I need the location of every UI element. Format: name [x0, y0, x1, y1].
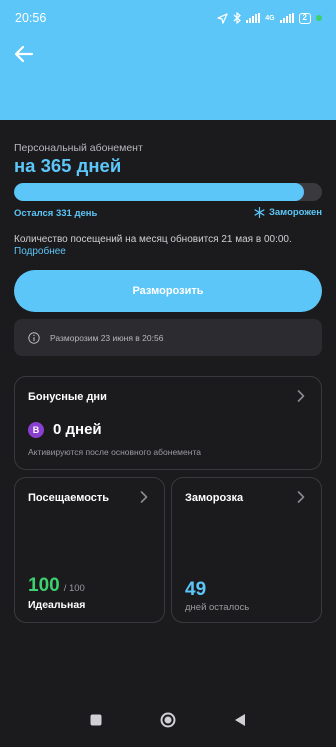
attendance-card[interactable]: Посещаемость 100 / 100 Идеальная — [14, 477, 165, 623]
unfreeze-button[interactable]: Разморозить — [14, 270, 322, 312]
notification-dot-icon — [316, 15, 322, 21]
visits-info-text: Количество посещений на месяц обновится … — [14, 234, 292, 245]
main-content: Персональный абонемент на 365 дней Остал… — [0, 120, 336, 693]
bonus-days-value: 0 дней — [53, 421, 102, 438]
battery-level: 2 — [302, 13, 307, 22]
chevron-right-icon[interactable] — [140, 491, 148, 503]
plan-title: на 365 дней — [14, 155, 122, 176]
bonus-badge-icon: B — [28, 421, 44, 438]
square-icon — [90, 714, 102, 726]
bonus-row: B 0 дней — [28, 421, 102, 438]
circle-icon — [160, 712, 176, 728]
chevron-right-icon[interactable] — [297, 390, 305, 402]
signal-icon — [246, 13, 261, 23]
more-link[interactable]: Подробнее — [14, 246, 324, 258]
frozen-status: Заморожен — [254, 207, 322, 218]
attendance-title: Посещаемость — [28, 492, 110, 504]
freeze-value: 49 — [185, 579, 207, 600]
attendance-label: Идеальная — [28, 599, 86, 611]
location-icon — [217, 12, 228, 24]
bonus-note: Активируются после основного абонемента — [28, 447, 201, 457]
visits-info: Количество посещений на месяц обновится … — [14, 234, 324, 258]
freeze-label: дней осталось — [185, 602, 250, 613]
network-label: 4G — [265, 14, 275, 22]
attendance-total: / 100 — [63, 583, 85, 594]
snowflake-icon — [254, 207, 265, 218]
bonus-title: Бонусные дни — [28, 391, 107, 403]
back-button[interactable] — [12, 42, 36, 66]
progress-fill — [14, 183, 304, 201]
signal-icon-2 — [279, 13, 294, 23]
battery-icon: 2 — [298, 12, 311, 24]
attendance-value-row: 100 / 100 — [28, 575, 85, 597]
info-icon — [28, 331, 40, 344]
freeze-title: Заморозка — [185, 492, 244, 504]
recents-button[interactable] — [86, 710, 106, 730]
system-nav-bar — [0, 693, 336, 747]
arrow-left-icon — [14, 45, 34, 63]
plan-subtitle: Персональный абонемент — [14, 142, 143, 154]
progress-bar — [14, 183, 322, 201]
bluetooth-icon — [233, 12, 242, 24]
triangle-back-icon — [235, 714, 245, 726]
status-time: 20:56 — [15, 11, 47, 25]
attendance-value: 100 — [28, 575, 60, 596]
header: 20:56 4G 2 — [0, 0, 336, 120]
frozen-label: Заморожен — [268, 207, 322, 218]
status-bar: 20:56 4G 2 — [0, 0, 336, 36]
back-nav-button[interactable] — [230, 710, 250, 730]
bonus-days-card[interactable]: Бонусные дни B 0 дней Активируются после… — [14, 376, 322, 470]
home-button[interactable] — [158, 710, 178, 730]
freeze-card[interactable]: Заморозка 49 дней осталось — [171, 477, 322, 623]
remaining-days: Остался 331 день — [14, 208, 98, 219]
notice-text: Разморозим 23 июня в 20:56 — [50, 332, 164, 343]
chevron-right-icon[interactable] — [297, 491, 305, 503]
status-icons: 4G 2 — [217, 12, 322, 24]
unfreeze-notice: Разморозим 23 июня в 20:56 — [14, 319, 322, 356]
